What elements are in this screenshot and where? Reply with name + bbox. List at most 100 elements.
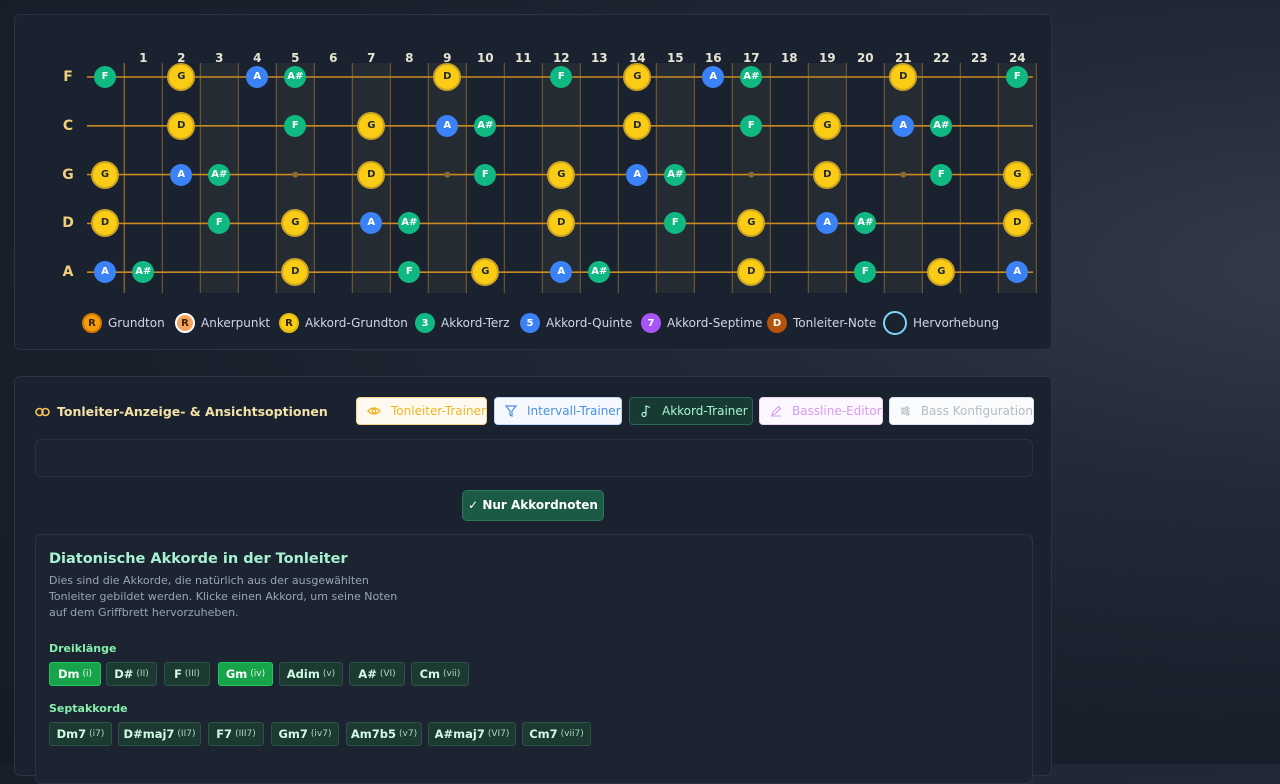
pencil-icon bbox=[771, 405, 782, 417]
chord-degree: (II7) bbox=[177, 729, 196, 739]
note-marker[interactable]: A bbox=[170, 163, 193, 186]
note-marker[interactable]: A bbox=[436, 114, 459, 137]
chord-degree: (v) bbox=[322, 669, 336, 679]
fret-number: 13 bbox=[590, 51, 608, 65]
bassline-editor-button[interactable]: Bassline-Editor bbox=[759, 397, 883, 425]
chords-description: Dies sind die Akkorde, die natürlich aus… bbox=[49, 574, 398, 619]
chord-chip[interactable]: D#maj7 (II7) bbox=[118, 722, 201, 746]
music-note-icon bbox=[641, 405, 651, 417]
note-marker[interactable]: G bbox=[1003, 160, 1032, 189]
legend-item-tonleiter: D Tonleiter-Note bbox=[767, 311, 876, 335]
fret-number: 24 bbox=[1008, 51, 1026, 65]
note-marker[interactable]: D bbox=[813, 160, 842, 189]
chord-chip[interactable]: F7 (III7) bbox=[208, 722, 264, 746]
fret-number: 4 bbox=[253, 51, 262, 65]
chord-degree: (iv) bbox=[250, 669, 266, 679]
inlay-shade-21 bbox=[884, 63, 923, 293]
chord-chip[interactable]: Dm7 (i7) bbox=[49, 722, 112, 746]
note-marker[interactable]: A bbox=[892, 114, 915, 137]
fret-number: 11 bbox=[514, 51, 532, 65]
chord-name: Adim bbox=[286, 667, 320, 681]
legend-item-terz: 3 Akkord-Terz bbox=[415, 311, 510, 335]
note-marker[interactable]: D bbox=[167, 111, 196, 140]
chord-chip[interactable]: A# (VI) bbox=[349, 662, 405, 686]
chord-chip[interactable]: Cm7 (vii7) bbox=[522, 722, 591, 746]
options-panel: Tonleiter-Anzeige- & Ansichtsoptionen To… bbox=[14, 376, 1052, 784]
note-marker[interactable]: A# bbox=[664, 163, 687, 186]
note-marker[interactable]: G bbox=[547, 160, 576, 189]
note-marker[interactable]: A# bbox=[930, 114, 953, 137]
chord-name: Cm7 bbox=[529, 727, 558, 741]
intervall-trainer-button[interactable]: Intervall-Trainer bbox=[494, 397, 622, 425]
string-name-D: D bbox=[62, 215, 74, 232]
note-marker[interactable]: F bbox=[94, 66, 116, 88]
fret-number: 6 bbox=[329, 51, 338, 65]
note-marker[interactable]: G bbox=[91, 160, 119, 189]
akkord-trainer-button[interactable]: Akkord-Trainer bbox=[629, 397, 753, 425]
chord-degree: (vii7) bbox=[560, 729, 584, 739]
chord-chip[interactable]: Gm7 (iv7) bbox=[271, 722, 339, 746]
note-marker[interactable]: F bbox=[474, 163, 497, 186]
chord-chip[interactable]: Adim (v) bbox=[279, 662, 343, 686]
note-marker[interactable]: F bbox=[284, 114, 307, 137]
eye-icon bbox=[367, 407, 381, 415]
chord-chip[interactable]: A#maj7 (VI7) bbox=[428, 722, 516, 746]
string-name-C: C bbox=[62, 117, 74, 134]
chord-degree: (VI7) bbox=[487, 729, 510, 739]
note-marker[interactable]: G bbox=[357, 111, 386, 140]
note-marker[interactable]: G bbox=[813, 111, 842, 140]
legend-swatch bbox=[883, 311, 907, 335]
only-chord-notes-button[interactable]: ✓ Nur Akkordnoten bbox=[462, 490, 604, 521]
legend-item-hervorhebung: Hervorhebung bbox=[883, 311, 999, 335]
legend-item-septime: 7 Akkord-Septime bbox=[641, 311, 762, 335]
legend-label: Tonleiter-Note bbox=[793, 316, 877, 330]
note-marker[interactable]: A bbox=[626, 163, 649, 186]
chord-name: Am7b5 bbox=[350, 727, 397, 741]
chord-name: A# bbox=[358, 667, 377, 681]
chord-chip[interactable]: Dm (i) bbox=[49, 662, 101, 686]
note-marker[interactable]: A# bbox=[208, 163, 231, 186]
filter-area bbox=[35, 439, 1033, 477]
chord-degree: (vii) bbox=[443, 669, 461, 679]
legend-swatch: R bbox=[82, 313, 102, 333]
sevenths-label: Septakkorde bbox=[49, 702, 128, 715]
chord-degree: (i) bbox=[82, 669, 93, 679]
legend-swatch: 3 bbox=[415, 313, 435, 333]
note-marker[interactable]: D bbox=[623, 111, 652, 140]
legend-label: Akkord-Quinte bbox=[546, 316, 633, 330]
legend-label: Hervorhebung bbox=[913, 316, 999, 330]
fret-number: 20 bbox=[856, 51, 874, 65]
sliders-icon bbox=[900, 406, 910, 416]
chord-chip[interactable]: D# (II) bbox=[106, 662, 157, 686]
chords-title: Diatonische Akkorde in der Tonleiter bbox=[49, 551, 348, 567]
legend-swatch: R bbox=[279, 313, 299, 333]
chord-degree: (III) bbox=[184, 669, 200, 679]
chord-name: F bbox=[174, 667, 182, 681]
chord-chip[interactable]: Gm (iv) bbox=[218, 662, 273, 686]
note-marker[interactable]: D bbox=[357, 160, 386, 189]
note-marker[interactable]: F bbox=[740, 114, 763, 137]
chord-chip[interactable]: Cm (vii) bbox=[411, 662, 469, 686]
fret-number: 18 bbox=[780, 51, 798, 65]
link-icon bbox=[35, 407, 50, 416]
chord-degree: (i7) bbox=[89, 729, 105, 739]
note-marker[interactable]: A# bbox=[474, 114, 497, 137]
string-name-A: A bbox=[62, 264, 74, 281]
fret-number: 15 bbox=[666, 51, 684, 65]
chord-degree: (III7) bbox=[235, 729, 256, 739]
note-marker[interactable]: F bbox=[930, 163, 953, 186]
fret-number: 10 bbox=[476, 51, 494, 65]
legend-label: Akkord-Grundton bbox=[305, 316, 408, 330]
chord-degree: (v7) bbox=[399, 729, 418, 739]
chord-chip[interactable]: F (III) bbox=[164, 662, 210, 686]
legend-item-akkord-grundton: R Akkord-Grundton bbox=[279, 311, 408, 335]
bass-konfiguration-button[interactable]: Bass Konfiguration bbox=[889, 397, 1034, 425]
chord-name: F7 bbox=[216, 727, 233, 741]
fret-number: 17 bbox=[742, 51, 760, 65]
string-name-G: G bbox=[62, 166, 74, 183]
chord-degree: (VI) bbox=[379, 669, 396, 679]
fret-number: 19 bbox=[818, 51, 836, 65]
chord-chip[interactable]: Am7b5 (v7) bbox=[346, 722, 422, 746]
legend-label: Ankerpunkt bbox=[201, 316, 271, 330]
tonleiter-trainer-button[interactable]: Tonleiter-Trainer bbox=[356, 397, 487, 425]
